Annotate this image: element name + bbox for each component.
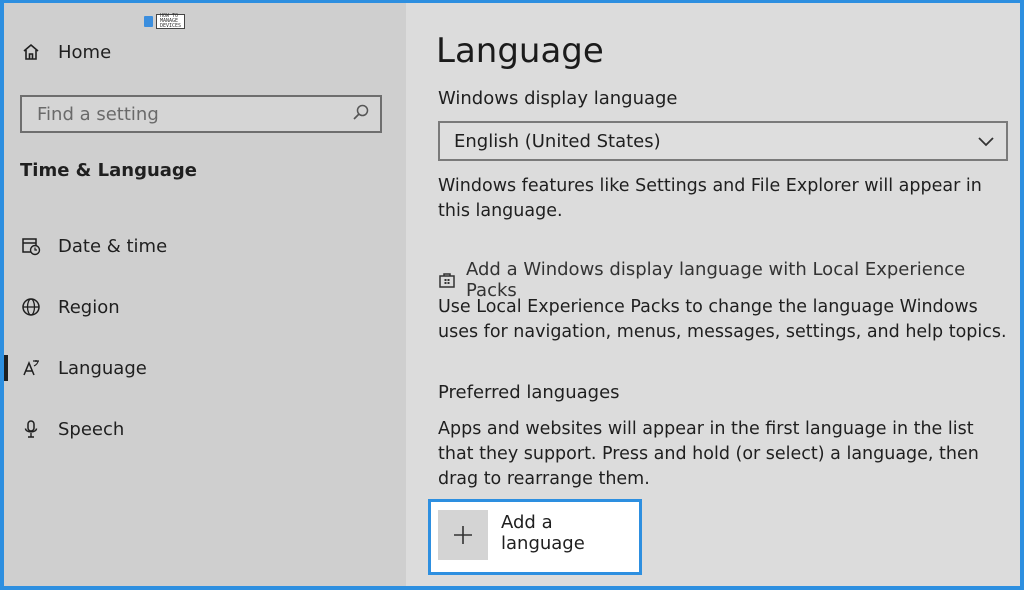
search-icon[interactable]: [352, 103, 370, 125]
chevron-down-icon: [978, 131, 994, 152]
plus-icon: [438, 510, 488, 560]
sidebar-item-label: Date & time: [58, 235, 168, 257]
home-nav-item[interactable]: Home: [20, 41, 111, 63]
sidebar-item-speech[interactable]: Speech: [20, 418, 124, 440]
display-language-dropdown[interactable]: English (United States): [438, 121, 1008, 161]
sidebar-item-language[interactable]: Language: [20, 357, 147, 379]
preferred-languages-description: Apps and websites will appear in the fir…: [438, 419, 979, 489]
search-input[interactable]: [35, 102, 352, 126]
section-title: Time & Language: [20, 160, 198, 181]
page-title: Language: [436, 31, 604, 71]
watermark-text-box: HOW TO MANAGE DEVICES: [156, 14, 186, 29]
sidebar: HOW TO MANAGE DEVICES Home Time & Langua…: [4, 3, 406, 586]
settings-window: HOW TO MANAGE DEVICES Home Time & Langua…: [4, 3, 1020, 586]
dropdown-value: English (United States): [454, 130, 661, 152]
sidebar-item-label: Region: [58, 296, 120, 318]
microphone-icon: [20, 418, 42, 440]
calendar-clock-icon: [20, 235, 42, 257]
sidebar-item-date-time[interactable]: Date & time: [20, 235, 167, 257]
add-language-button[interactable]: Add a language: [428, 499, 642, 575]
home-label: Home: [58, 41, 112, 63]
add-language-label: Add a language: [501, 512, 585, 554]
display-language-description: Windows features like Settings and File …: [438, 176, 982, 221]
watermark-line-3: DEVICES: [160, 23, 182, 29]
lxp-description: Use Local Experience Packs to change the…: [438, 297, 1007, 342]
sidebar-item-region[interactable]: Region: [20, 296, 120, 318]
selected-indicator: [4, 355, 8, 381]
sidebar-item-label: Speech: [58, 418, 125, 440]
sidebar-item-label: Language: [58, 357, 147, 379]
preferred-languages-heading: Preferred languages: [438, 382, 620, 403]
display-language-label: Windows display language: [438, 88, 678, 109]
watermark-flag-icon: [144, 16, 153, 27]
watermark-logo: HOW TO MANAGE DEVICES: [144, 13, 186, 30]
search-box[interactable]: [20, 95, 382, 133]
language-icon: [20, 357, 42, 379]
store-bag-icon: [438, 271, 456, 289]
globe-icon: [20, 296, 42, 318]
home-icon: [20, 41, 42, 63]
main-content: Language Windows display language Englis…: [406, 3, 1020, 586]
